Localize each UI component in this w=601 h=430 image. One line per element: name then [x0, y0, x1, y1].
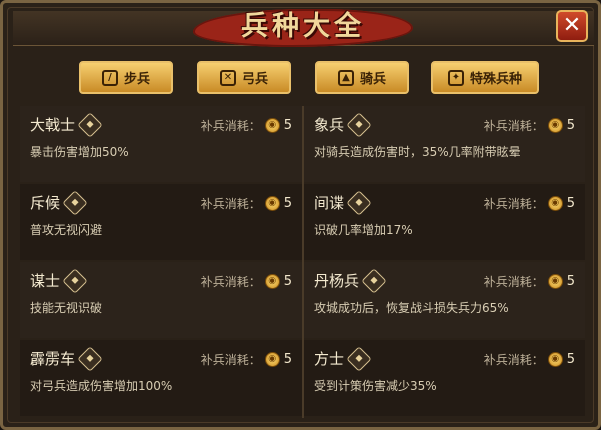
special-icon: ✦	[447, 69, 464, 86]
tab-label: 弓兵	[241, 72, 268, 87]
unit-description: 受到计策伤害减少35%	[314, 379, 437, 393]
unit-description: 技能无视识破	[30, 301, 103, 315]
horse-icon: ▲	[337, 69, 354, 86]
refill-cost: 补兵消耗： ◉ 5	[200, 196, 292, 211]
unit-name: 方士	[314, 350, 345, 368]
unit-card[interactable]: 丹杨兵 补兵消耗： ◉ 5 攻城成功后，恢复战斗损失兵力65%	[304, 262, 585, 338]
refill-cost: 补兵消耗： ◉ 5	[483, 196, 575, 211]
unit-badge-icon	[346, 111, 372, 138]
coin-icon: ◉	[547, 352, 563, 367]
coin-icon: ◉	[547, 118, 563, 133]
refill-cost: 补兵消耗： ◉ 5	[200, 118, 292, 133]
refill-cost: 补兵消耗： ◉ 5	[483, 118, 575, 133]
unit-description: 对骑兵造成伤害时，35%几率附带眩晕	[314, 145, 521, 159]
unit-name: 间谍	[314, 194, 345, 212]
close-button[interactable]: ✕	[556, 10, 588, 42]
unit-name: 谋士	[30, 272, 61, 290]
unit-badge-icon	[361, 267, 387, 294]
tab-label: 步兵	[123, 72, 150, 87]
tab-label: 骑兵	[359, 72, 386, 87]
refill-cost: 补兵消耗： ◉ 5	[200, 274, 292, 289]
refill-cost: 补兵消耗： ◉ 5	[483, 352, 575, 367]
window-title: 兵种大全	[241, 11, 365, 42]
unit-badge-icon	[346, 345, 372, 372]
unit-card[interactable]: 谋士 补兵消耗： ◉ 5 技能无视识破	[20, 262, 302, 338]
unit-card[interactable]: 方士 补兵消耗： ◉ 5 受到计策伤害减少35%	[304, 340, 585, 416]
tab-archer[interactable]: ✕ 弓兵	[197, 61, 291, 94]
title-banner: 兵种大全	[193, 5, 413, 49]
unit-grid: 大戟士 补兵消耗： ◉ 5 暴击伤害增加50% 象兵 补兵消耗： ◉ 5 对骑兵造成伤害…	[20, 106, 585, 418]
unit-badge-icon	[77, 345, 103, 372]
unit-badge-icon	[62, 267, 88, 294]
coin-icon: ◉	[264, 352, 280, 367]
tab-label: 特殊兵种	[469, 72, 522, 87]
coin-icon: ◉	[264, 274, 280, 289]
unit-description: 攻城成功后，恢复战斗损失兵力65%	[314, 301, 509, 315]
troop-type-tabs: / 步兵 ✕ 弓兵 ▲ 骑兵 ✦ 特殊兵种	[79, 61, 539, 97]
tab-special[interactable]: ✦ 特殊兵种	[431, 61, 539, 94]
unit-badge-icon	[346, 189, 372, 216]
unit-card[interactable]: 间谍 补兵消耗： ◉ 5 识破几率增加17%	[304, 184, 585, 260]
unit-badge-icon	[77, 111, 103, 138]
refill-cost: 补兵消耗： ◉ 5	[200, 352, 292, 367]
unit-description: 暴击伤害增加50%	[30, 145, 129, 159]
unit-name: 斥候	[30, 194, 61, 212]
sword-icon: /	[101, 69, 118, 86]
tab-cavalry[interactable]: ▲ 骑兵	[315, 61, 409, 94]
close-icon: ✕	[562, 13, 582, 38]
troop-encyclopedia-window: 兵种大全 ✕ / 步兵 ✕ 弓兵 ▲ 骑兵 ✦ 特殊兵种 大戟士 补兵消耗： ◉ 5	[0, 0, 601, 430]
coin-icon: ◉	[547, 196, 563, 211]
unit-card[interactable]: 大戟士 补兵消耗： ◉ 5 暴击伤害增加50%	[20, 106, 302, 182]
bow-icon: ✕	[219, 69, 236, 86]
unit-description: 普攻无视闪避	[30, 223, 103, 237]
coin-icon: ◉	[264, 118, 280, 133]
unit-name: 象兵	[314, 116, 345, 134]
unit-badge-icon	[62, 189, 88, 216]
coin-icon: ◉	[264, 196, 280, 211]
unit-description: 对弓兵造成伤害增加100%	[30, 379, 173, 393]
unit-description: 识破几率增加17%	[314, 223, 413, 237]
tab-infantry[interactable]: / 步兵	[79, 61, 173, 94]
refill-cost: 补兵消耗： ◉ 5	[483, 274, 575, 289]
unit-card[interactable]: 象兵 补兵消耗： ◉ 5 对骑兵造成伤害时，35%几率附带眩晕	[304, 106, 585, 182]
unit-name: 丹杨兵	[314, 272, 360, 290]
unit-name: 霹雳车	[30, 350, 76, 368]
coin-icon: ◉	[547, 274, 563, 289]
unit-name: 大戟士	[30, 116, 76, 134]
unit-card[interactable]: 斥候 补兵消耗： ◉ 5 普攻无视闪避	[20, 184, 302, 260]
unit-card[interactable]: 霹雳车 补兵消耗： ◉ 5 对弓兵造成伤害增加100%	[20, 340, 302, 416]
